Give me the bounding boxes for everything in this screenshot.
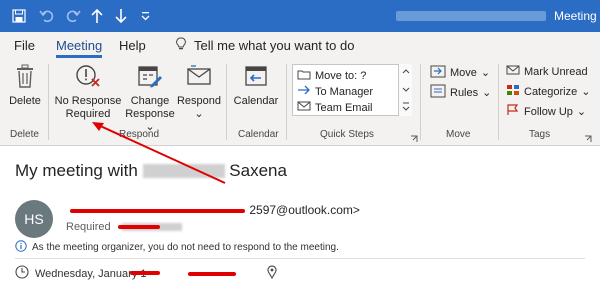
chevron-down-icon: ⌄ [194, 108, 204, 120]
flag-icon [506, 104, 520, 119]
subject-suffix: Saxena [229, 161, 287, 180]
respond-button[interactable]: Respond ⌄ [176, 64, 222, 121]
envelope-icon [297, 100, 311, 115]
quick-step-team-email[interactable]: Team Email [297, 100, 372, 115]
chevron-down-icon: ⌄ [482, 87, 492, 99]
move-icon [430, 64, 446, 81]
ribbon-separator [420, 64, 421, 140]
group-respond-label: Respond [119, 129, 160, 140]
group-calendar-label: Calendar [238, 129, 279, 140]
mark-unread-button[interactable]: Mark Unread [506, 64, 588, 79]
categorize-button[interactable]: Categorize ⌄ [506, 84, 590, 99]
calendar-label: Calendar [233, 95, 279, 107]
quick-step-move-to[interactable]: Move to: ? [297, 68, 366, 83]
window-title: Meeting [554, 9, 597, 23]
rules-label: Rules [450, 86, 479, 99]
menu-bar: File Meeting Help Tell me what you want … [0, 32, 600, 58]
categorize-label: Categorize [524, 85, 578, 98]
chevron-down-icon: ⌄ [576, 106, 587, 118]
ribbon: Delete Delete No Response Required Chang… [0, 58, 600, 146]
attendee-required: Required [66, 221, 111, 233]
tab-file[interactable]: File [14, 38, 35, 53]
mark-unread-label: Mark Unread [524, 65, 588, 78]
sender-address-tail: 2597@outlook.com> [249, 203, 360, 217]
quick-step-label: Move to: ? [315, 69, 367, 82]
ribbon-separator [286, 64, 287, 140]
group-delete-label: Delete [10, 129, 39, 140]
divider [15, 258, 585, 259]
no-response-required-button[interactable]: No Response Required [54, 64, 122, 121]
customize-icon[interactable] [138, 0, 152, 32]
rules-icon [430, 84, 446, 101]
redaction-mark [118, 225, 160, 229]
calendar-button[interactable]: Calendar [232, 64, 280, 108]
ribbon-separator [48, 64, 49, 140]
respond-label: Respond [176, 95, 222, 107]
trash-icon [6, 64, 44, 92]
chevron-down-icon: ⌄ [581, 86, 591, 98]
redo-icon[interactable] [62, 0, 84, 32]
lightbulb-icon [176, 37, 186, 54]
blurred-title [396, 11, 546, 21]
rules-button[interactable]: Rules ⌄ [430, 84, 491, 101]
move-button[interactable]: Move ⌄ [430, 64, 490, 81]
subject-prefix: My meeting with [15, 161, 138, 180]
arrow-up-icon[interactable] [88, 0, 106, 32]
no-response-icon [54, 64, 122, 92]
tell-me-label: Tell me what you want to do [194, 38, 355, 53]
no-response-label-1: No Response [54, 95, 122, 107]
ribbon-separator [498, 64, 499, 140]
tab-meeting[interactable]: Meeting [56, 38, 102, 53]
delete-button[interactable]: Delete [6, 64, 44, 108]
blurred-name [142, 164, 225, 178]
folder-icon [297, 68, 311, 83]
reading-pane: My meeting with Saxena HS 2597@outlook.c… [0, 147, 600, 287]
required-label: Required [66, 221, 111, 233]
group-quick-steps-label: Quick Steps [320, 129, 374, 140]
organizer-info: As the meeting organizer, you do not nee… [15, 240, 339, 255]
change-response-button[interactable]: Change Response ⌄ [125, 64, 175, 134]
calendar-arrow-icon [232, 64, 280, 92]
quick-step-label: To Manager [315, 85, 374, 98]
info-icon [15, 240, 27, 255]
quick-step-label: Team Email [315, 101, 373, 114]
dialog-launcher-icon[interactable] [584, 130, 592, 148]
quick-steps-gallery: Move to: ? To Manager Team Email [292, 64, 412, 116]
redaction-mark [70, 209, 245, 213]
envelope-reply-icon [176, 64, 222, 92]
quick-steps-scroll[interactable] [398, 64, 412, 116]
tab-help[interactable]: Help [119, 38, 146, 53]
calendar-edit-icon [125, 64, 175, 92]
move-label: Move [450, 66, 477, 79]
change-response-label-2: Response [125, 108, 175, 120]
change-response-label-1: Change [130, 95, 170, 107]
redaction-mark [188, 272, 236, 276]
group-move-label: Move [446, 129, 471, 140]
follow-up-button[interactable]: Follow Up ⌄ [506, 104, 586, 119]
undo-icon[interactable] [36, 0, 58, 32]
redaction-mark [130, 271, 160, 275]
delete-label: Delete [9, 95, 41, 107]
arrow-right-icon [297, 84, 311, 99]
clock-icon [15, 265, 29, 282]
avatar: HS [15, 200, 53, 238]
quick-step-to-manager[interactable]: To Manager [297, 84, 373, 99]
info-text: As the meeting organizer, you do not nee… [32, 242, 339, 253]
envelope-icon [506, 64, 520, 79]
ribbon-separator [226, 64, 227, 140]
no-response-label-2: Required [65, 108, 111, 120]
save-icon[interactable] [8, 0, 30, 32]
title-bar: Meeting [0, 0, 600, 32]
dialog-launcher-icon[interactable] [410, 130, 418, 148]
chevron-down-icon: ⌄ [480, 67, 491, 79]
group-tags-label: Tags [529, 129, 551, 140]
location-pin-icon [266, 265, 277, 282]
meeting-subject: My meeting with Saxena [15, 161, 287, 181]
categorize-icon [506, 84, 520, 99]
follow-up-label: Follow Up [524, 105, 573, 118]
arrow-down-icon[interactable] [112, 0, 130, 32]
tell-me-box[interactable]: Tell me what you want to do [176, 37, 354, 54]
